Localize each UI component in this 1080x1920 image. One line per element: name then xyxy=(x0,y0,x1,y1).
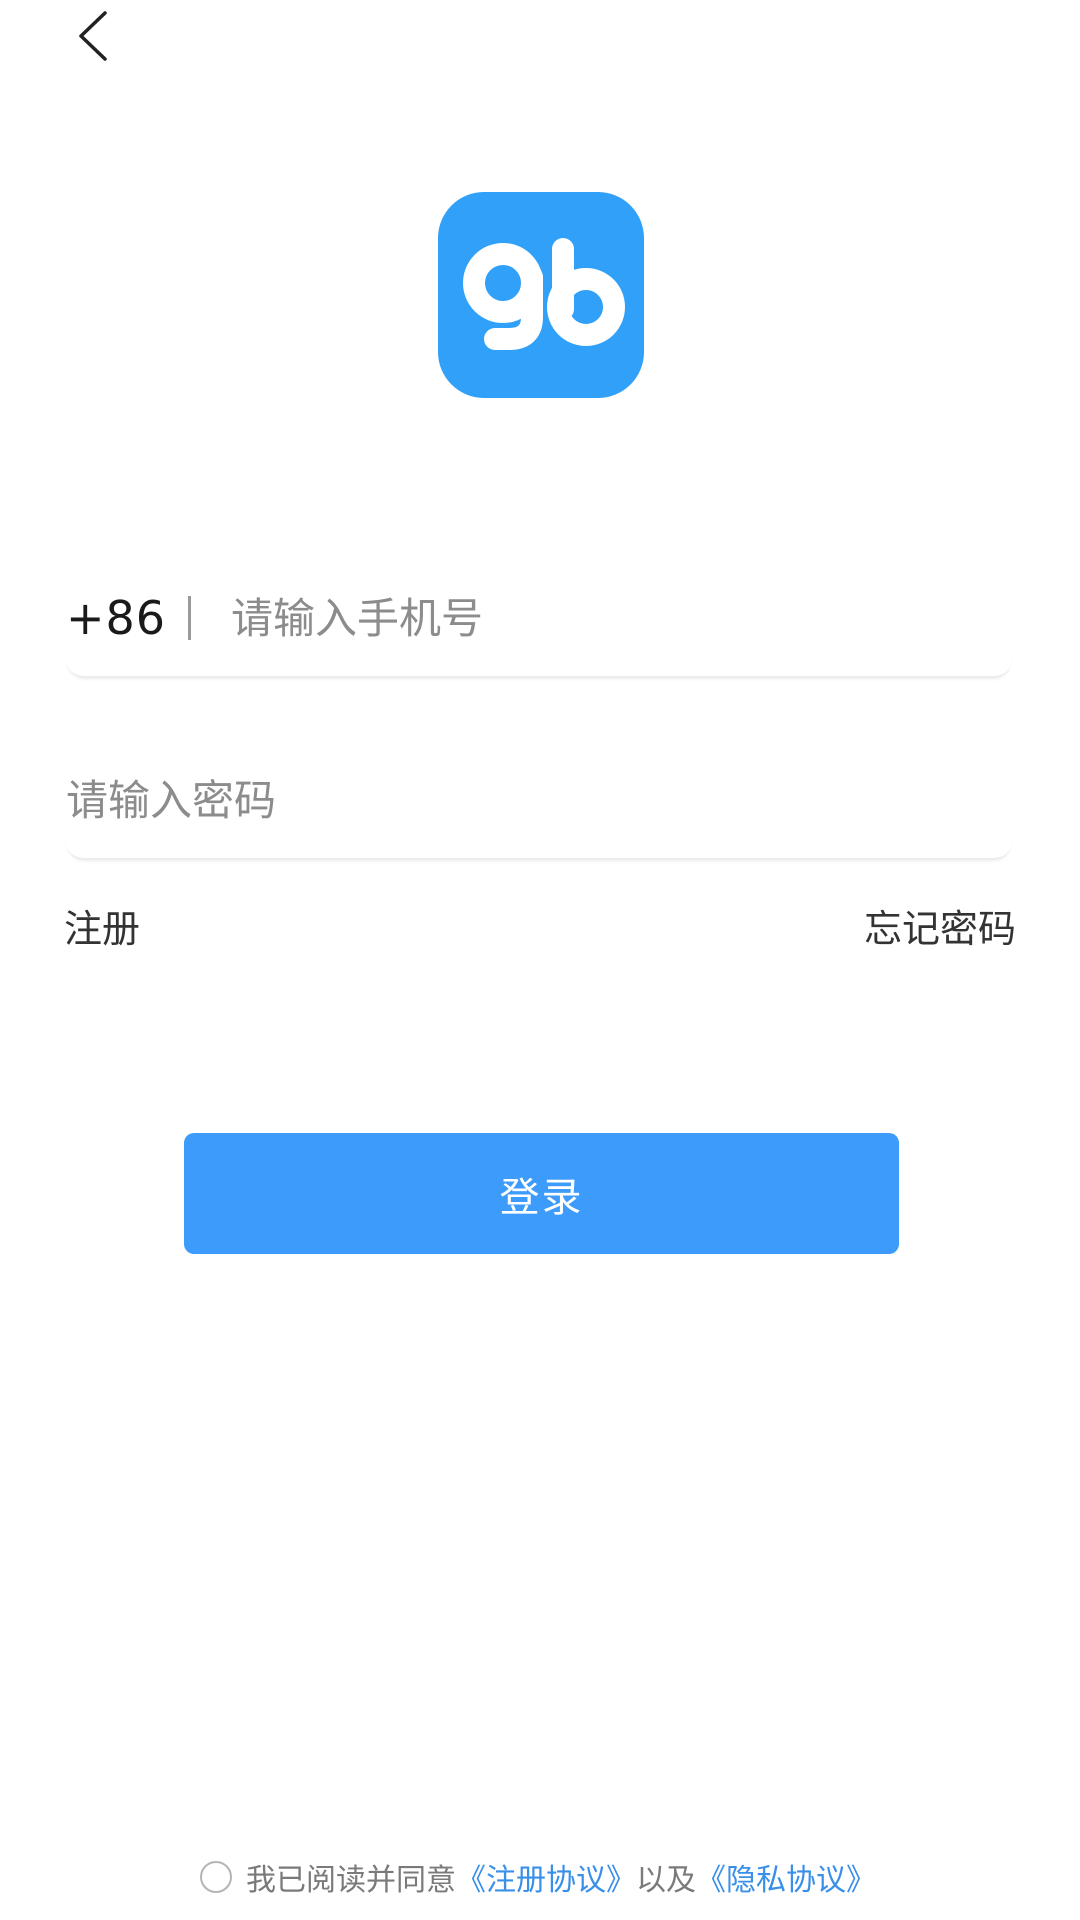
register-link[interactable]: 注册 xyxy=(64,898,140,953)
phone-field: +86 xyxy=(66,560,1012,678)
field-divider xyxy=(188,596,191,640)
agreement-prefix: 我已阅读并同意 xyxy=(246,1863,456,1898)
password-input[interactable] xyxy=(66,765,1012,835)
country-code[interactable]: +86 xyxy=(66,591,165,645)
privacy-terms-link[interactable]: 《隐私协议》 xyxy=(696,1855,876,1899)
gb-logo-icon xyxy=(463,238,625,350)
forgot-password-link[interactable]: 忘记密码 xyxy=(864,898,1016,953)
app-logo xyxy=(438,192,644,398)
agreement-connector: 以及 xyxy=(636,1863,696,1898)
agreement-row: 我已阅读并同意 《注册协议》 以及 《隐私协议》 xyxy=(200,1852,876,1902)
register-terms-link[interactable]: 《注册协议》 xyxy=(456,1855,636,1899)
agree-checkbox[interactable] xyxy=(200,1861,232,1893)
phone-input[interactable] xyxy=(231,583,1012,653)
login-button[interactable]: 登录 xyxy=(184,1133,899,1254)
back-button[interactable] xyxy=(62,8,122,68)
password-field xyxy=(66,742,1012,860)
chevron-left-icon xyxy=(75,10,109,66)
